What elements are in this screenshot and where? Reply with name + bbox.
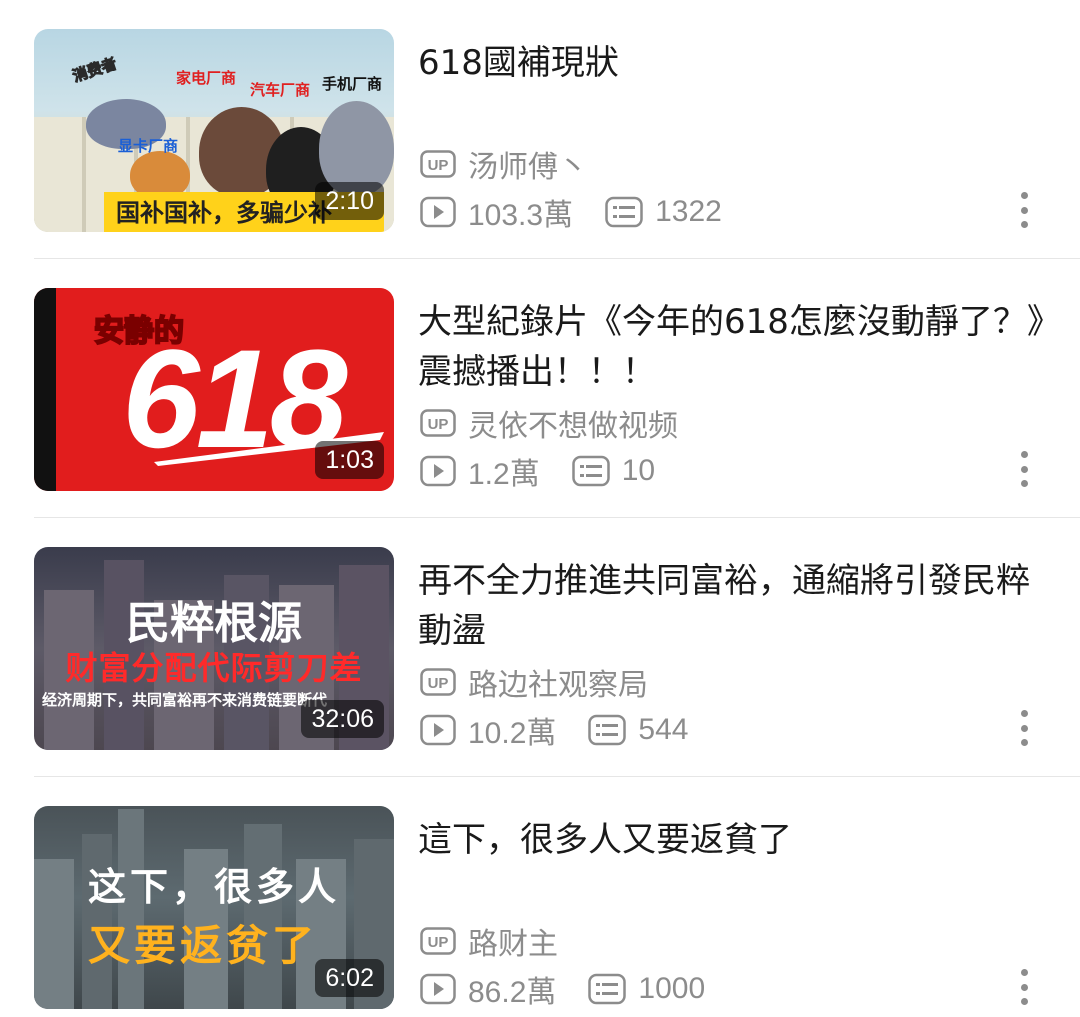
video-thumbnail[interactable]: 这下，很多人 又要返贫了 6:02 (34, 806, 394, 1009)
video-thumbnail[interactable]: 民粹根源 财富分配代际剪刀差 经济周期下，共同富裕再不来消费链要断代 32:06 (34, 547, 394, 750)
video-list: 消费者 家电厂商 汽车厂商 手机厂商 显卡厂商 国补国补，多骗少补 2:10 6… (0, 0, 1080, 1017)
thumbnail-label: 消费者 (70, 54, 119, 86)
video-duration: 6:02 (315, 959, 384, 997)
video-stats: 86.2萬 1000 (420, 967, 705, 1011)
view-count: 1.2萬 (420, 449, 540, 493)
view-count: 86.2萬 (420, 967, 556, 1011)
up-badge-icon: UP (420, 409, 456, 437)
comment-count: 10 (571, 454, 656, 488)
comment-count: 544 (588, 713, 688, 747)
danmaku-icon (588, 973, 627, 1005)
thumbnail-building (34, 859, 74, 1009)
video-uploader[interactable]: UP 灵依不想做视频 (420, 401, 678, 445)
uploader-name: 汤师傅丶 (468, 150, 588, 185)
thumbnail-headline: 这下，很多人 (88, 865, 341, 909)
up-badge-icon: UP (420, 668, 456, 696)
comment-count-value: 10 (621, 454, 656, 487)
view-count-value: 10.2萬 (468, 717, 557, 750)
view-count-value: 1.2萬 (468, 458, 540, 491)
video-item[interactable]: 这下，很多人 又要返贫了 6:02 這下，很多人又要返貧了 UP 路财主 86.… (0, 777, 1080, 1017)
view-count-value: 103.3萬 (468, 199, 574, 232)
video-uploader[interactable]: UP 汤师傅丶 (420, 142, 588, 186)
comment-count-value: 544 (638, 713, 689, 746)
thumbnail-side-bar (34, 288, 56, 491)
comment-count: 1000 (588, 972, 705, 1006)
thumbnail-label: 手机厂商 (322, 75, 383, 93)
video-title[interactable]: 618國補現狀 (418, 38, 1058, 88)
thumbnail-label: 家电厂商 (176, 69, 237, 87)
view-count: 103.3萬 (420, 190, 573, 234)
danmaku-icon (588, 714, 627, 746)
svg-text:UP: UP (428, 934, 449, 951)
play-icon (420, 196, 456, 228)
view-count-value: 86.2萬 (468, 976, 557, 1009)
video-duration: 1:03 (315, 441, 384, 479)
video-duration: 32:06 (301, 700, 384, 738)
video-uploader[interactable]: UP 路边社观察局 (420, 660, 648, 704)
video-stats: 10.2萬 544 (420, 708, 688, 752)
thumbnail-subheadline: 又要返贫了 (88, 921, 319, 970)
play-icon (420, 455, 456, 487)
play-icon (420, 973, 456, 1005)
comment-count: 1322 (605, 195, 722, 229)
danmaku-icon (571, 455, 610, 487)
comment-count-value: 1000 (638, 972, 706, 1005)
up-badge-icon: UP (420, 150, 456, 178)
view-count: 10.2萬 (420, 708, 556, 752)
comment-count-value: 1322 (655, 195, 722, 228)
video-uploader[interactable]: UP 路财主 (420, 919, 558, 963)
uploader-name: 路边社观察局 (468, 668, 648, 703)
uploader-name: 灵依不想做视频 (468, 409, 678, 444)
more-vertical-icon[interactable] (1014, 192, 1034, 228)
uploader-name: 路财主 (468, 927, 558, 962)
video-item[interactable]: 消费者 家电厂商 汽车厂商 手机厂商 显卡厂商 国补国补，多骗少补 2:10 6… (0, 0, 1080, 259)
video-title[interactable]: 這下，很多人又要返貧了 (418, 815, 1058, 865)
thumbnail-banner-text: 国补国补，多骗少补 (116, 199, 332, 227)
more-vertical-icon[interactable] (1014, 969, 1034, 1005)
thumbnail-label: 显卡厂商 (118, 137, 179, 155)
thumbnail-label: 汽车厂商 (250, 81, 311, 99)
video-thumbnail[interactable]: 安静的 618 1:03 (34, 288, 394, 491)
video-stats: 103.3萬 1322 (420, 190, 722, 234)
video-duration: 2:10 (315, 182, 384, 220)
up-badge-icon: UP (420, 927, 456, 955)
video-title[interactable]: 大型紀錄片《今年的618怎麼沒動靜了？》震撼播出！！！ (418, 297, 1058, 397)
more-vertical-icon[interactable] (1014, 710, 1034, 746)
danmaku-icon (605, 196, 643, 228)
video-stats: 1.2萬 10 (420, 449, 655, 493)
video-thumbnail[interactable]: 消费者 家电厂商 汽车厂商 手机厂商 显卡厂商 国补国补，多骗少补 2:10 (34, 29, 394, 232)
more-vertical-icon[interactable] (1014, 451, 1034, 487)
thumbnail-headline: 民粹根源 (126, 598, 302, 649)
video-item[interactable]: 民粹根源 财富分配代际剪刀差 经济周期下，共同富裕再不来消费链要断代 32:06… (0, 518, 1080, 777)
svg-text:UP: UP (428, 416, 449, 433)
svg-text:UP: UP (428, 675, 449, 692)
video-title[interactable]: 再不全力推進共同富裕，通縮將引發民粹動盪 (418, 556, 1058, 656)
play-icon (420, 714, 456, 746)
thumbnail-subheadline: 财富分配代际剪刀差 (65, 649, 363, 687)
svg-text:UP: UP (428, 157, 449, 174)
video-item[interactable]: 安静的 618 1:03 大型紀錄片《今年的618怎麼沒動靜了？》震撼播出！！！… (0, 259, 1080, 518)
